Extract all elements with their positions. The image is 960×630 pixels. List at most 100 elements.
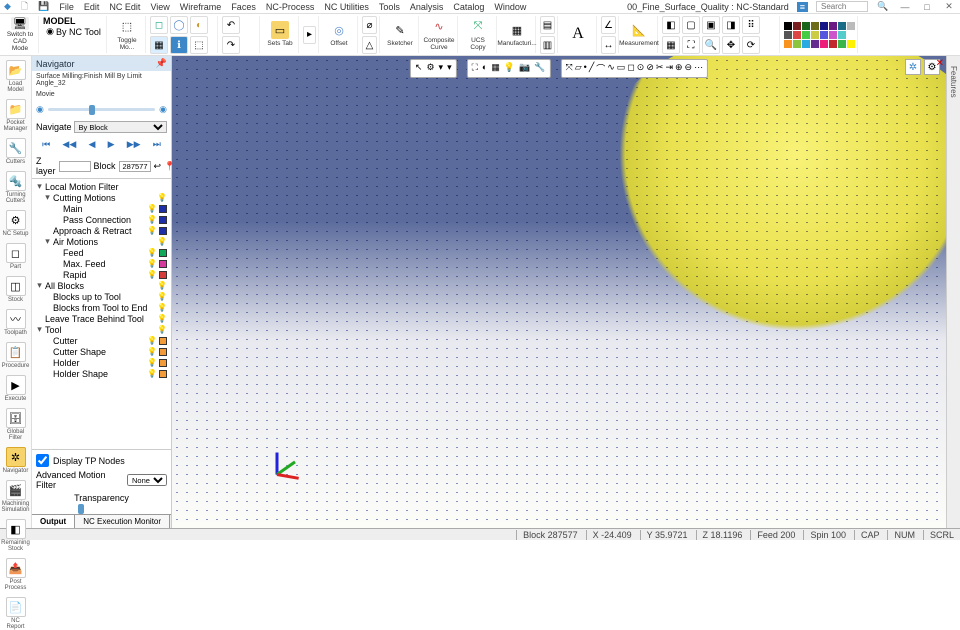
vp-select-icon[interactable]: ↖ xyxy=(415,62,423,75)
measurement-button[interactable]: 📐Measurement xyxy=(623,16,655,52)
color-swatch[interactable] xyxy=(811,22,819,30)
color-square[interactable] xyxy=(159,227,167,235)
zoom-fit-icon[interactable]: ⛶ xyxy=(682,36,700,54)
menu-catalog[interactable]: Catalog xyxy=(453,2,484,12)
color-swatch[interactable] xyxy=(847,22,855,30)
view-shade-icon[interactable]: ◐ xyxy=(190,16,208,34)
vp-join-icon[interactable]: ⊕ xyxy=(675,62,683,75)
bulb-icon[interactable]: 💡 xyxy=(157,314,167,323)
view-dots-icon[interactable]: ⠿ xyxy=(742,16,760,34)
menu-ncprocess[interactable]: NC-Process xyxy=(266,2,315,12)
undo-button[interactable]: ↶ xyxy=(222,16,240,34)
vp-curve-icon[interactable]: ∿ xyxy=(607,62,615,75)
tab-monitor[interactable]: NC Execution Monitor xyxy=(75,515,170,528)
vp-tool-icon[interactable]: 🔧 xyxy=(534,62,545,75)
tree-feed[interactable]: Feed💡 xyxy=(34,247,169,258)
movie-slider[interactable]: ◉ ◉ xyxy=(32,100,171,119)
color-square[interactable] xyxy=(159,348,167,356)
color-square[interactable] xyxy=(159,337,167,345)
bulb-icon[interactable]: 💡 xyxy=(157,281,167,290)
tree-holder[interactable]: Holder💡 xyxy=(34,357,169,368)
tree-cutting[interactable]: ▾Cutting Motions💡 xyxy=(34,192,169,203)
sidebar-item-execute[interactable]: ▶Execute xyxy=(2,375,30,402)
vp-ext-icon[interactable]: ⇥ xyxy=(665,62,673,75)
search-input[interactable] xyxy=(816,1,868,12)
tree-rapid[interactable]: Rapid💡 xyxy=(34,269,169,280)
view-grid-icon[interactable]: ▦ xyxy=(662,36,680,54)
color-square[interactable] xyxy=(159,249,167,257)
vp-misc-icon[interactable]: ⋯ xyxy=(694,62,703,75)
view-side-icon[interactable]: ◨ xyxy=(722,16,740,34)
view-iso-icon[interactable]: ◧ xyxy=(662,16,680,34)
bulb-icon[interactable]: 💡 xyxy=(147,259,157,268)
sidebar-item-cutters[interactable]: 🔧Cutters xyxy=(2,138,30,165)
sidebar-item-turning-cutters[interactable]: 🔩Turning Cutters xyxy=(2,171,30,204)
zoom-in-icon[interactable]: 🔍 xyxy=(702,36,720,54)
menu-edit[interactable]: Edit xyxy=(84,2,100,12)
right-sidebar[interactable]: Features xyxy=(946,56,960,528)
menu-view[interactable]: View xyxy=(150,2,169,12)
color-swatch[interactable] xyxy=(829,22,837,30)
search-icon[interactable]: 🔍 xyxy=(876,1,890,12)
color-square[interactable] xyxy=(159,216,167,224)
menu-window[interactable]: Window xyxy=(494,2,526,12)
menu-faces[interactable]: Faces xyxy=(231,2,256,12)
view-top-icon[interactable]: ▢ xyxy=(682,16,700,34)
bulb-icon[interactable]: 💡 xyxy=(147,358,157,367)
sketcher-button[interactable]: ✎Sketcher xyxy=(384,16,416,52)
navigator-pin-icon[interactable]: 📌 xyxy=(156,58,167,69)
composite-curve-button[interactable]: ∿Composite Curve xyxy=(423,16,455,52)
menu-analysis[interactable]: Analysis xyxy=(410,2,444,12)
view-front-icon[interactable]: ▣ xyxy=(702,16,720,34)
vp-split-icon[interactable]: ⊖ xyxy=(685,62,693,75)
toggle-model-button[interactable]: ⬚Toggle Mo... xyxy=(111,16,143,52)
vp-shade-icon[interactable]: ◐ xyxy=(482,62,487,75)
bulb-icon[interactable]: 💡 xyxy=(147,347,157,356)
ffwd-button[interactable]: ▶▶ xyxy=(127,139,141,150)
vp-solid-icon[interactable]: ◻ xyxy=(627,62,634,75)
view-rot-icon[interactable]: ⟳ xyxy=(742,36,760,54)
angle-icon[interactable]: ∠ xyxy=(601,16,616,34)
color-swatch[interactable] xyxy=(838,40,846,48)
bulb-icon[interactable]: 💡 xyxy=(157,303,167,312)
bulb-icon[interactable]: 💡 xyxy=(157,237,167,246)
navigate-mode-select[interactable]: By Block xyxy=(74,121,167,133)
tree-local-filter[interactable]: ▾Local Motion Filter xyxy=(34,181,169,192)
vp-fit-icon[interactable]: ⛶ xyxy=(472,62,478,75)
minimize-button[interactable]: — xyxy=(898,2,912,12)
expand-icon[interactable]: ▸ xyxy=(303,26,316,44)
viewport-close-icon[interactable]: ✕ xyxy=(936,58,944,69)
bulb-icon[interactable]: 💡 xyxy=(147,248,157,257)
menu-file[interactable]: File xyxy=(59,2,74,12)
features-tab[interactable]: Features xyxy=(949,66,958,98)
sidebar-item-part[interactable]: ◻Part xyxy=(2,243,30,270)
vp-axis-icon[interactable]: ⤧ xyxy=(566,62,573,75)
axis-triad[interactable] xyxy=(252,448,302,498)
sidebar-item-remaining-stock[interactable]: ◧Remaining Stock xyxy=(2,519,30,552)
slider-end-icon[interactable]: ◉ xyxy=(159,104,167,115)
tree-main[interactable]: Main💡 xyxy=(34,203,169,214)
bulb-icon[interactable]: 💡 xyxy=(147,215,157,224)
bulb-icon[interactable]: 💡 xyxy=(157,292,167,301)
zlayer-input[interactable] xyxy=(59,161,91,172)
color-swatch[interactable] xyxy=(820,40,828,48)
color-swatch[interactable] xyxy=(793,22,801,30)
ucs-copy-button[interactable]: ⤧UCS Copy xyxy=(462,16,494,52)
color-swatch[interactable] xyxy=(838,31,846,39)
color-swatch[interactable] xyxy=(793,40,801,48)
sidebar-item-load-model[interactable]: 📂Load Model xyxy=(2,60,30,93)
refresh-icon[interactable]: 🗋 xyxy=(21,0,28,15)
tree-pass[interactable]: Pass Connection💡 xyxy=(34,214,169,225)
close-button[interactable]: ✕ xyxy=(942,1,956,12)
tree-cutter[interactable]: Cutter💡 xyxy=(34,335,169,346)
bulb-icon[interactable]: 💡 xyxy=(147,369,157,378)
color-swatch[interactable] xyxy=(820,22,828,30)
color-square[interactable] xyxy=(159,271,167,279)
color-swatch[interactable] xyxy=(784,40,792,48)
vp-wire-icon[interactable]: ▦ xyxy=(491,62,500,75)
menu-ncutil[interactable]: NC Utilities xyxy=(324,2,369,12)
adv-filter-select[interactable]: None xyxy=(127,474,167,486)
manufacturing-button[interactable]: ▦Manufacturi... xyxy=(501,16,533,52)
vp-light-icon[interactable]: 💡 xyxy=(504,62,515,75)
viewport-3d[interactable]: ↖⚙▾▾ ⛶◐▦💡📷🔧 ⤧▱•╱⌒∿▭◻⊙⊘✂⇥⊕⊖⋯ ✲ ⚙ ✕ xyxy=(172,56,946,528)
